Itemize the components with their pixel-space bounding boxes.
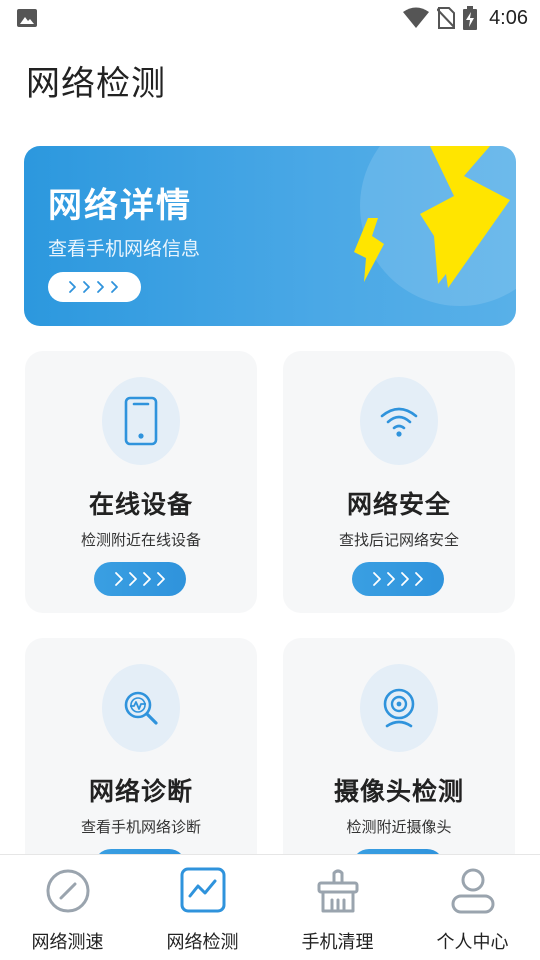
diagnose-icon xyxy=(124,691,158,725)
card-icon-circle xyxy=(360,664,438,752)
arrows-right-icon xyxy=(115,572,165,586)
card-description: 查找后记网络安全 xyxy=(338,531,459,549)
online-devices-go-button[interactable] xyxy=(94,562,186,596)
wifi-icon xyxy=(380,407,418,437)
broom-icon xyxy=(317,869,358,913)
nav-label: 手机清理 xyxy=(301,932,374,953)
card-description: 检测附近在线设备 xyxy=(80,531,201,549)
card-description: 查看手机网络诊断 xyxy=(80,818,201,836)
no-sim-icon xyxy=(437,7,456,29)
card-title: 在线设备 xyxy=(88,490,193,519)
status-time: 4:06 xyxy=(489,6,528,29)
arrows-right-icon xyxy=(69,281,118,293)
card-title: 摄像头检测 xyxy=(333,777,464,806)
wifi-signal-icon xyxy=(403,7,430,28)
nav-label: 网络检测 xyxy=(166,932,239,953)
user-icon xyxy=(451,868,494,914)
status-bar: 4:06 xyxy=(0,0,540,36)
card-network-security[interactable]: 网络安全 查找后记网络安全 xyxy=(283,351,515,613)
battery-charging-icon xyxy=(463,6,478,30)
card-online-devices[interactable]: 在线设备 检测附近在线设备 xyxy=(25,351,257,613)
banner-subtitle: 查看手机网络信息 xyxy=(48,238,201,260)
image-notification-icon xyxy=(17,9,37,27)
nav-item-personal-center[interactable]: 个人中心 xyxy=(405,855,540,960)
nav-item-phone-cleanup[interactable]: 手机清理 xyxy=(270,855,405,960)
page-title: 网络检测 xyxy=(26,64,166,104)
nav-label: 个人中心 xyxy=(436,932,509,953)
card-icon-circle xyxy=(102,377,180,465)
phone-icon xyxy=(124,396,158,446)
network-details-banner[interactable]: 网络详情 查看手机网络信息 xyxy=(24,146,516,326)
card-description: 检测附近摄像头 xyxy=(346,818,452,836)
arrows-right-icon xyxy=(373,572,423,586)
speedometer-icon xyxy=(46,869,89,913)
card-icon-circle xyxy=(102,664,180,752)
lightning-bolt-icon xyxy=(354,146,510,288)
bottom-nav: 网络测速 网络检测 手机清理 个人中心 xyxy=(0,854,540,960)
card-icon-circle xyxy=(360,377,438,465)
banner-title: 网络详情 xyxy=(48,186,192,226)
camera-icon xyxy=(383,688,415,728)
card-title: 网络安全 xyxy=(346,490,451,519)
nav-item-network-check[interactable]: 网络检测 xyxy=(135,855,270,960)
line-chart-icon xyxy=(180,867,225,913)
nav-label: 网络测速 xyxy=(31,932,104,953)
network-security-go-button[interactable] xyxy=(352,562,444,596)
banner-go-button[interactable] xyxy=(48,272,141,302)
card-title: 网络诊断 xyxy=(88,777,193,806)
nav-item-speed-test[interactable]: 网络测速 xyxy=(0,855,135,960)
